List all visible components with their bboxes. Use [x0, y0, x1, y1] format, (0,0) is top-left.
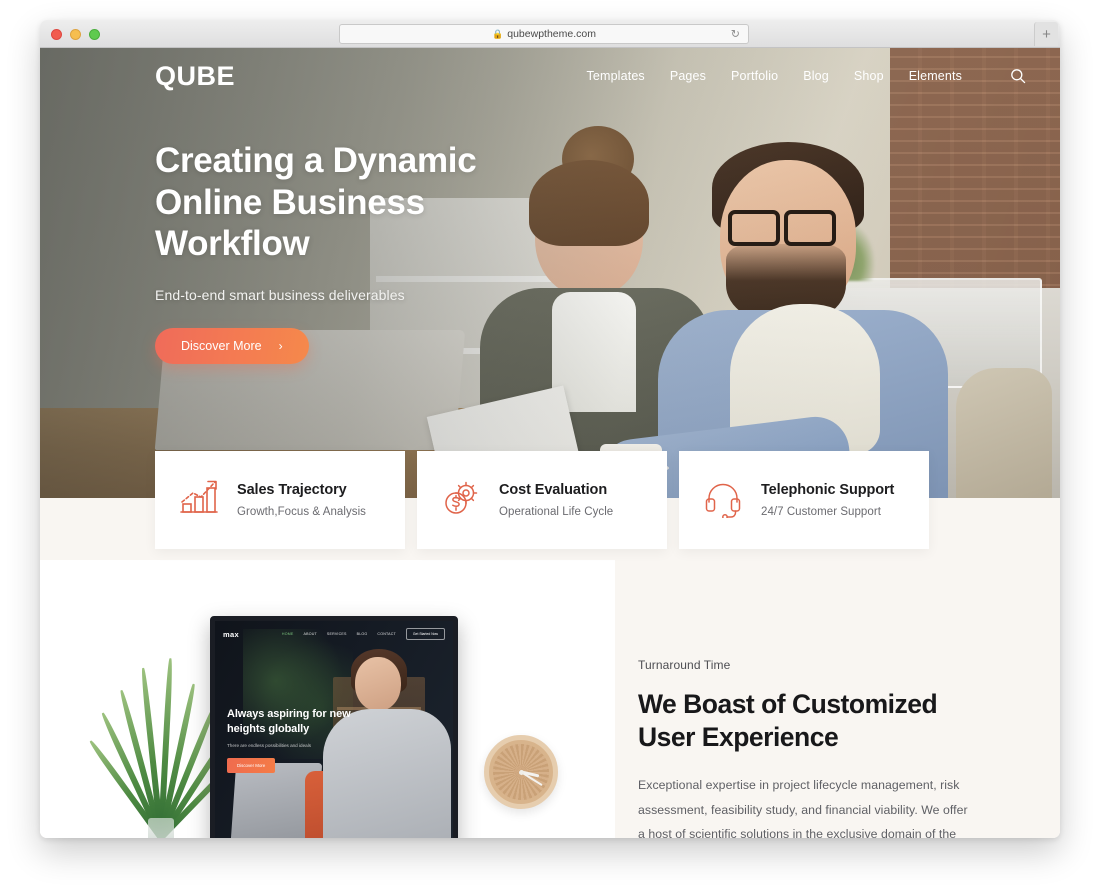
- nav-item-templates[interactable]: Templates: [587, 69, 645, 83]
- about-title-line-2: User Experience: [638, 722, 839, 753]
- discover-more-label: Discover More: [181, 338, 262, 353]
- inner-nav-item-services: SERVICES: [326, 632, 347, 636]
- wall-clock: [484, 735, 558, 809]
- address-bar[interactable]: 🔒 qubewptheme.com ↻: [339, 24, 749, 44]
- inner-website-screenshot: max HOME ABOUT SERVICES BLOG CONTACT Get…: [210, 616, 458, 838]
- site-navigation: QUBE Templates Pages Portfolio Blog Shop…: [40, 48, 1060, 104]
- feature-card-subtitle: Operational Life Cycle: [499, 506, 614, 518]
- new-tab-button[interactable]: +: [1034, 22, 1058, 46]
- feature-card-subtitle: 24/7 Customer Support: [761, 506, 881, 518]
- inner-discover-button: Discover More: [227, 758, 276, 774]
- hero-title: Creating a Dynamic Online Business Workf…: [155, 140, 595, 265]
- close-window-button[interactable]: [51, 29, 62, 40]
- inner-headline-line-1: Always aspiring for new: [227, 708, 351, 720]
- about-title: We Boast of Customized User Experience: [638, 688, 968, 754]
- browser-window: 🔒 qubewptheme.com ↻ + QUBE Templates Pag…: [40, 20, 1060, 838]
- inner-subtext: There are endless possibilities and idea…: [227, 743, 312, 749]
- nav-links: Templates Pages Portfolio Blog Shop Elem…: [587, 68, 1026, 84]
- feature-card-title: Sales Trajectory: [237, 482, 347, 498]
- page-viewport: QUBE Templates Pages Portfolio Blog Shop…: [40, 48, 1060, 838]
- nav-item-pages[interactable]: Pages: [670, 69, 706, 83]
- browser-titlebar: 🔒 qubewptheme.com ↻ +: [40, 20, 1060, 48]
- feature-card-sales-trajectory[interactable]: Sales Trajectory Growth,Focus & Analysis: [155, 451, 405, 549]
- inner-nav-item-about: ABOUT: [303, 632, 317, 636]
- inner-logo: max: [223, 629, 239, 639]
- feature-card-title: Telephonic Support: [761, 482, 895, 498]
- nav-item-blog[interactable]: Blog: [803, 69, 829, 83]
- inner-nav-links: HOME ABOUT SERVICES BLOG CONTACT: [282, 632, 396, 636]
- feature-card-subtitle: Growth,Focus & Analysis: [237, 506, 366, 518]
- hero-title-line-3: Workflow: [155, 224, 310, 264]
- feature-card-title: Cost Evaluation: [499, 482, 608, 498]
- hero-section: QUBE Templates Pages Portfolio Blog Shop…: [40, 48, 1060, 498]
- lock-icon: 🔒: [492, 28, 504, 39]
- about-title-line-1: We Boast of Customized: [638, 689, 938, 719]
- feature-cards: Sales Trajectory Growth,Focus & Analysis: [155, 451, 929, 549]
- cost-gear-dollar-icon: [439, 478, 485, 523]
- inner-navigation: max HOME ABOUT SERVICES BLOG CONTACT Get…: [215, 621, 453, 647]
- zoom-window-button[interactable]: [89, 29, 100, 40]
- inner-headline-line-2: heights globally: [227, 722, 310, 735]
- hero-subtitle: End-to-end smart business deliverables: [155, 286, 405, 303]
- about-body: Exceptional expertise in project lifecyc…: [638, 778, 968, 838]
- feature-card-telephonic-support[interactable]: Telephonic Support 24/7 Customer Support: [679, 451, 929, 549]
- nav-item-portfolio[interactable]: Portfolio: [731, 69, 778, 83]
- about-eyebrow: Turnaround Time: [638, 658, 731, 672]
- about-media: max HOME ABOUT SERVICES BLOG CONTACT Get…: [40, 560, 615, 838]
- about-section: max HOME ABOUT SERVICES BLOG CONTACT Get…: [40, 498, 1060, 838]
- window-controls: [51, 29, 100, 40]
- inner-nav-item-blog: BLOG: [356, 632, 368, 636]
- headset-support-icon: [701, 478, 747, 523]
- inner-nav-item-contact: CONTACT: [377, 632, 396, 636]
- inner-get-started-button: Get Started Now: [405, 628, 445, 640]
- site-logo[interactable]: QUBE: [155, 61, 235, 92]
- about-content: Turnaround Time We Boast of Customized U…: [638, 658, 968, 838]
- hero-title-line-1: Creating a Dynamic: [155, 141, 477, 180]
- nav-item-shop[interactable]: Shop: [854, 69, 884, 83]
- chevron-right-icon: ›: [278, 338, 283, 353]
- address-bar-url: qubewptheme.com: [507, 28, 596, 40]
- bar-chart-growth-icon: [177, 478, 223, 523]
- inner-nav-item-home: HOME: [281, 632, 294, 636]
- feature-card-cost-evaluation[interactable]: Cost Evaluation Operational Life Cycle: [417, 451, 667, 549]
- reload-icon[interactable]: ↻: [731, 28, 740, 41]
- nav-item-elements[interactable]: Elements: [909, 69, 962, 83]
- search-icon[interactable]: [1010, 68, 1026, 84]
- hero-title-line-2: Online Business: [155, 182, 425, 222]
- inner-hero-content: Always aspiring for new heights globally…: [227, 707, 377, 774]
- minimize-window-button[interactable]: [70, 29, 81, 40]
- discover-more-button[interactable]: Discover More ›: [155, 327, 309, 364]
- hero-content: Creating a Dynamic Online Business Workf…: [155, 140, 595, 364]
